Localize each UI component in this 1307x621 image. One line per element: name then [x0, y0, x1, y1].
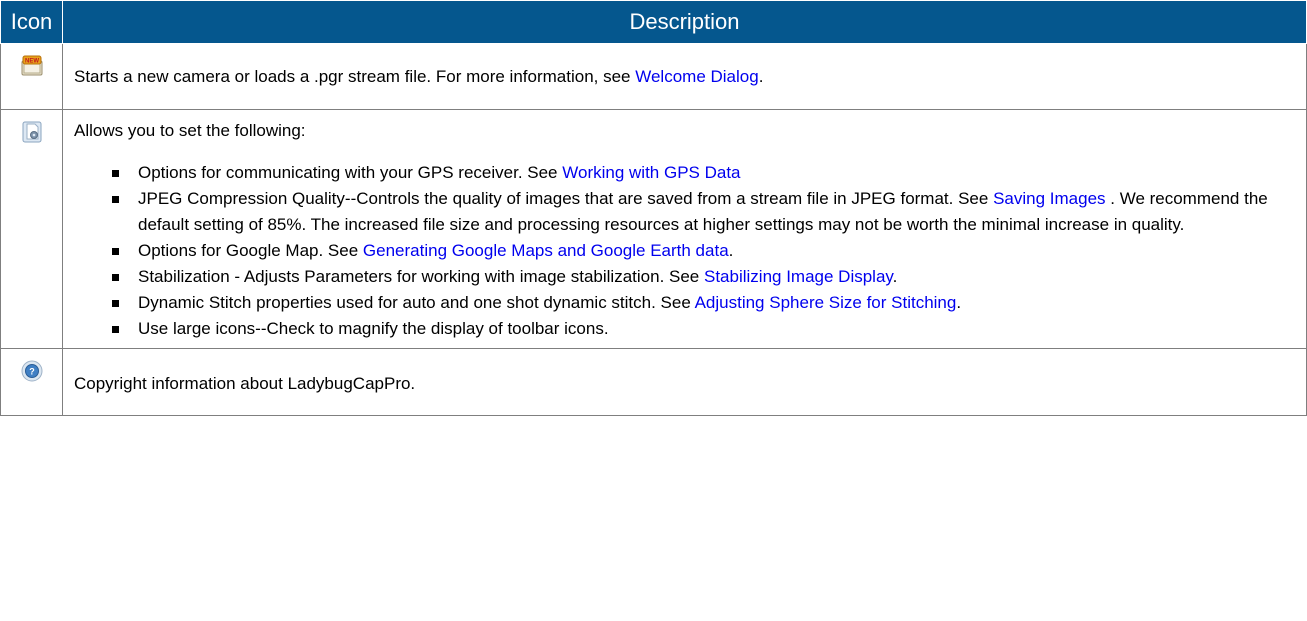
- bullet-icon: [112, 248, 119, 255]
- list-item: Dynamic Stitch properties used for auto …: [74, 290, 1306, 316]
- link-stabilizing-image-display[interactable]: Stabilizing Image Display: [704, 267, 893, 286]
- description-cell: Copyright information about LadybugCapPr…: [62, 348, 1307, 416]
- item-text: Stabilization - Adjusts Parameters for w…: [138, 267, 704, 286]
- about-info-icon: ?: [21, 360, 42, 382]
- list-item: Stabilization - Adjusts Parameters for w…: [74, 264, 1306, 290]
- list-item: Use large icons--Check to magnify the di…: [74, 316, 1306, 342]
- intro-text: Allows you to set the following:: [74, 121, 306, 140]
- row-desc-text: Copyright information about LadybugCapPr…: [74, 374, 416, 393]
- bullet-icon: [112, 170, 119, 177]
- header-description: Description: [62, 0, 1307, 44]
- item-text: .: [956, 293, 962, 312]
- bullet-icon: [112, 196, 119, 203]
- item-text: Options for Google Map. See: [138, 241, 363, 260]
- description-cell: Starts a new camera or loads a .pgr stre…: [62, 43, 1307, 110]
- list-item: Options for Google Map. See Generating G…: [74, 238, 1306, 264]
- icon-cell: NEW: [0, 43, 63, 110]
- row-desc-text: Starts a new camera or loads a .pgr stre…: [74, 66, 636, 86]
- bullet-icon: [112, 274, 119, 281]
- svg-text:NEW: NEW: [25, 59, 39, 65]
- link-working-with-gps-data[interactable]: Working with GPS Data: [562, 163, 740, 182]
- row-desc-text: .: [758, 66, 764, 86]
- table-row: Allows you to set the following: Options…: [0, 109, 1307, 349]
- list-item: JPEG Compression Quality--Controls the q…: [74, 186, 1306, 238]
- settings-document-icon: [22, 121, 41, 143]
- table-row: NEW Starts a new camera or loads a .pgr …: [0, 43, 1307, 110]
- description-cell: Allows you to set the following: Options…: [62, 109, 1307, 349]
- header-row: Icon Description: [0, 0, 1307, 44]
- options-list: Options for communicating with your GPS …: [74, 160, 1306, 342]
- item-text: JPEG Compression Quality--Controls the q…: [138, 189, 994, 208]
- new-stream-icon: NEW: [21, 55, 42, 76]
- link-generating-google-maps[interactable]: Generating Google Maps and Google Earth …: [363, 241, 729, 260]
- item-text: Use large icons--Check to magnify the di…: [138, 319, 609, 338]
- link-welcome-dialog[interactable]: Welcome Dialog: [635, 67, 758, 86]
- item-text: Options for communicating with your GPS …: [138, 163, 563, 182]
- svg-text:?: ?: [29, 367, 35, 377]
- bullet-icon: [112, 326, 119, 333]
- icon-cell: ?: [0, 348, 63, 416]
- list-item: Options for communicating with your GPS …: [74, 160, 1306, 186]
- item-text: .: [728, 241, 734, 260]
- item-text: Dynamic Stitch properties used for auto …: [138, 293, 695, 312]
- item-text: .: [892, 267, 898, 286]
- bullet-icon: [112, 300, 119, 307]
- icon-cell: [0, 109, 63, 349]
- header-icon: Icon: [0, 0, 63, 44]
- link-adjusting-sphere-size[interactable]: Adjusting Sphere Size for Stitching: [695, 293, 957, 312]
- link-saving-images[interactable]: Saving Images: [993, 189, 1105, 208]
- table-row: ? Copyright information about LadybugCap…: [0, 348, 1307, 416]
- icon-description-table: Icon Description NEW Starts a new camera…: [0, 0, 1307, 416]
